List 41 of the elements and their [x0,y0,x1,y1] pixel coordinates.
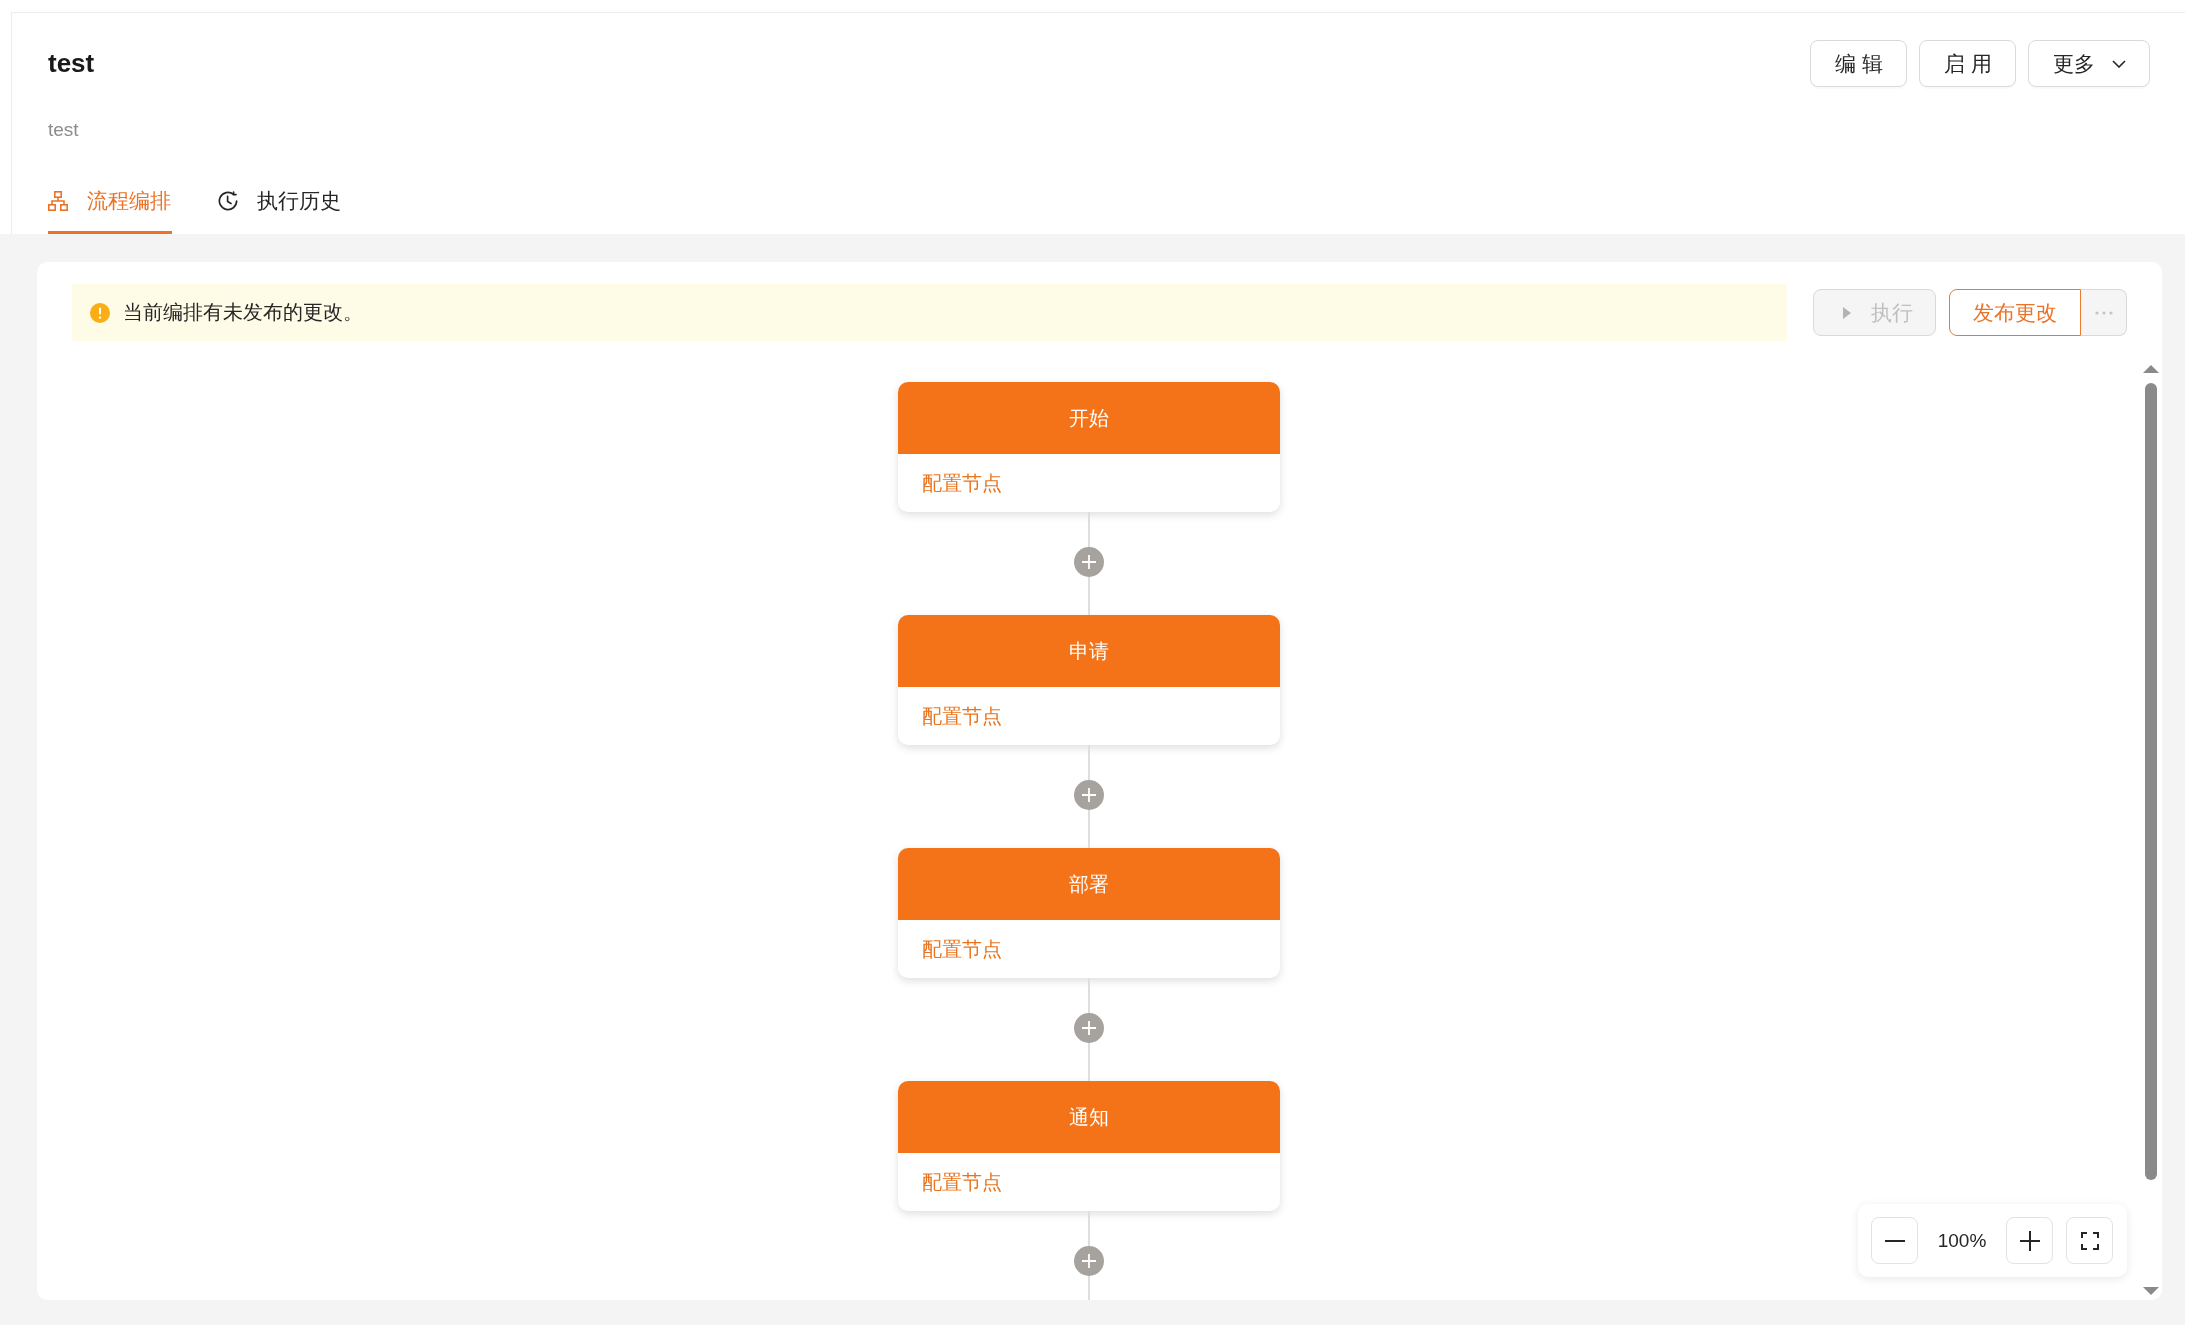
add-node-button[interactable] [1073,1013,1104,1043]
play-icon [1843,306,1851,319]
plus-circle-icon [1073,547,1104,577]
node-title: 通知 [897,1081,1280,1153]
action-button[interactable]: 编 辑 [1810,40,1908,87]
add-node-button[interactable] [1073,1246,1104,1276]
tab[interactable]: 执行历史 [218,170,342,234]
zoom-in-button[interactable] [2006,1217,2053,1264]
plus-icon [2019,1230,2040,1251]
node-title: 部署 [897,848,1280,920]
fullscreen-icon [2080,1231,2099,1250]
add-node-button[interactable] [1073,780,1104,810]
configure-node-link[interactable]: 配置节点 [921,469,1002,497]
publish-button[interactable]: 发布更改 [1949,289,2081,336]
warning-icon [90,302,110,323]
scrollbar-thumb[interactable] [2145,383,2157,1180]
dropdown-button[interactable]: 更多 [2028,40,2150,87]
plus-circle-icon [1073,1246,1104,1276]
configure-node-link[interactable]: 配置节点 [921,702,1002,730]
page-description: test [48,118,80,142]
plus-circle-icon [1073,1013,1104,1043]
fullscreen-button[interactable] [2066,1217,2113,1264]
page-title: test [48,47,95,80]
alert-message: 当前编排有未发布的更改。 [123,300,363,325]
ellipsis-icon [2094,310,2113,315]
node-title: 开始 [897,382,1280,454]
action-button[interactable]: 启 用 [1919,40,2016,87]
node-title: 申请 [897,615,1280,687]
add-node-button[interactable] [1073,547,1104,577]
hierarchy-icon [48,190,68,211]
chevron-down-icon [2112,59,2126,68]
scroll-down-icon [2143,1287,2159,1295]
configure-node-link[interactable]: 配置节点 [921,935,1002,963]
zoom-out-button[interactable] [1871,1217,1918,1264]
scroll-up-icon [2143,365,2159,373]
zoom-level: 100% [1936,1229,1988,1252]
clock-icon [218,190,238,211]
configure-node-link[interactable]: 配置节点 [921,1168,1002,1196]
minus-icon [1884,1239,1905,1242]
plus-circle-icon [1073,780,1104,810]
scrollbar[interactable] [2143,365,2159,1295]
